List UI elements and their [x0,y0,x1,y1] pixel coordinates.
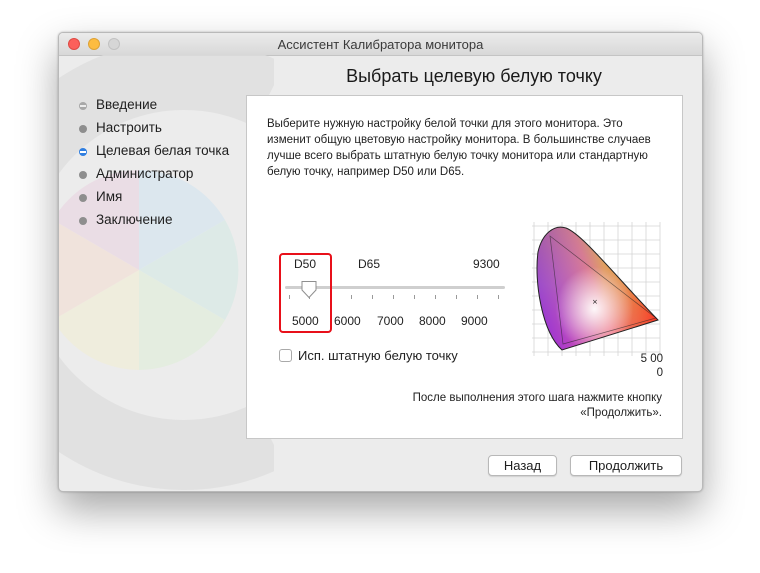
slider-bottom-label-7000: 7000 [377,314,404,328]
step-active-icon [79,148,87,156]
step-label: Администратор [96,166,194,181]
step-pending-icon [79,194,87,202]
back-button[interactable]: Назад [488,455,557,476]
slider-top-label-d65: D65 [358,257,381,271]
step-label: Настроить [96,120,162,135]
step-label: Введение [96,97,158,112]
slider-bottom-label-8000: 8000 [419,314,446,328]
slider-tick [393,295,394,299]
calibrator-window: Ассистент Калибратора монитора Выбрать ц… [58,32,703,492]
native-white-checkbox[interactable] [279,349,292,362]
step-pending-icon [79,171,87,179]
window-title: Ассистент Калибратора монитора [277,37,484,52]
slider-tick [477,295,478,299]
title-bar[interactable]: Ассистент Калибратора монитора [59,33,702,56]
step-done-icon [79,102,87,110]
slider-tick [456,295,457,299]
slider-tick [435,295,436,299]
slider-bottom-label-6000: 6000 [334,314,361,328]
step-label: Целевая белая точка [96,143,230,158]
step-label: Заключение [96,212,173,227]
native-white-checkbox-label[interactable]: Исп. штатную белую точку [298,348,458,363]
step-pending-icon [79,217,87,225]
gamut-value: 5 00 0 [637,352,663,380]
step-pending-icon [79,125,87,133]
page-title: Выбрать целевую белую точку [346,66,602,86]
gamut-value-line-1: 5 00 [640,353,663,365]
slider-tick [372,295,373,299]
white-point-marker: × [592,298,598,306]
continue-button[interactable]: Продолжить [570,455,682,476]
step-label: Имя [96,189,123,204]
content-panel: Выберите нужную настройку белой точки дл… [246,95,683,439]
slider-tick [351,295,352,299]
slider-tick [414,295,415,299]
background-color-wheel [59,55,274,490]
selection-highlight [279,253,332,333]
description-text: Выберите нужную настройку белой точки дл… [267,118,651,178]
slider-bottom-label-9000: 9000 [461,314,488,328]
footer-instruction: После выполнения этого шага нажмите кноп… [412,392,662,419]
gamut-value-line-2: 0 [656,367,663,379]
cie-gamut-chart: × [532,222,661,356]
slider-tick [498,295,499,299]
slider-top-label-9300: 9300 [473,257,500,271]
